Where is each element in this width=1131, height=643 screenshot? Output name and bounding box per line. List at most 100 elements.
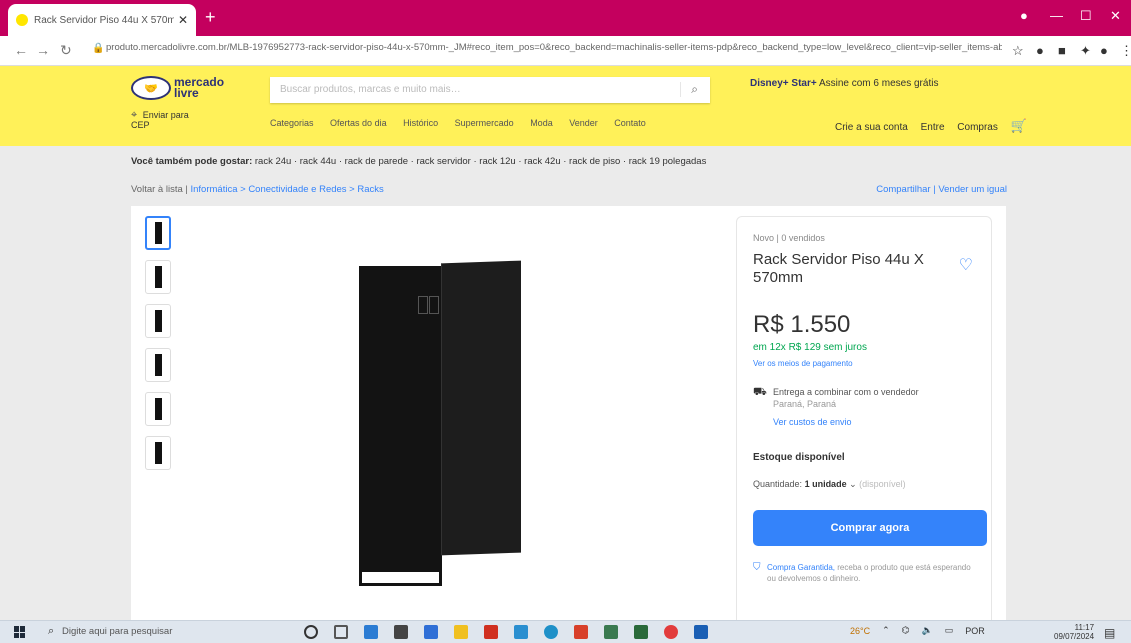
extension-icon-2[interactable]: ■ — [1058, 43, 1066, 58]
thumbnail-4[interactable] — [145, 348, 171, 382]
category-nav: Categorias Ofertas do dia Histórico Supe… — [270, 118, 660, 128]
shipping-info: ⛟ Entrega a combinar com o vendedor Para… — [753, 386, 975, 428]
nav-item-categorias[interactable]: Categorias — [270, 118, 314, 128]
mercado-livre-logo[interactable]: 🤝 mercado livre — [131, 76, 224, 100]
file-explorer-icon[interactable] — [454, 625, 468, 639]
truck-icon: ⛟ — [753, 386, 767, 398]
promo-brand: Disney+ Star+ — [750, 78, 817, 89]
maximize-button[interactable]: ☐ — [1080, 8, 1092, 24]
puzzle-icon[interactable]: ✦ — [1080, 43, 1091, 59]
search-icon: ⌕ — [48, 625, 55, 637]
outlook-app-icon[interactable] — [424, 625, 438, 639]
minimize-button[interactable]: — — [1050, 8, 1063, 23]
chrome-app-icon[interactable] — [664, 625, 678, 639]
payment-means-link[interactable]: Ver os meios de pagamento — [753, 359, 975, 368]
weather-widget[interactable]: 26°C — [850, 626, 870, 636]
back-icon[interactable]: ← — [14, 42, 28, 58]
clock-date: 09/07/2024 — [1054, 632, 1095, 641]
menu-icon[interactable]: ⋮ — [1120, 43, 1131, 59]
teams-app-icon[interactable] — [514, 625, 528, 639]
thumbnail-3[interactable] — [145, 304, 171, 338]
extension-icon[interactable]: ● — [1036, 43, 1044, 58]
forward-icon[interactable]: → — [36, 42, 50, 58]
product-main-image[interactable] — [359, 260, 521, 586]
thumbnail-2[interactable] — [145, 260, 171, 294]
product-price: R$ 1.550 — [753, 311, 851, 338]
browser-tab[interactable]: Rack Servidor Piso 44u X 570mm ✕ — [8, 4, 196, 36]
office-app-icon[interactable] — [574, 625, 588, 639]
nav-item-historico[interactable]: Histórico — [403, 118, 438, 128]
nav-item-ofertas[interactable]: Ofertas do dia — [330, 118, 387, 128]
cart-icon[interactable]: 🛒 — [1011, 118, 1027, 133]
clock-time: 11:17 — [1074, 623, 1095, 632]
related-items[interactable]: rack 24u · rack 44u · rack de parede · r… — [255, 156, 706, 167]
tab-close-icon[interactable]: ✕ — [178, 13, 188, 27]
search-icon[interactable]: ⌕ — [680, 82, 698, 97]
nav-item-moda[interactable]: Moda — [530, 118, 553, 128]
shield-icon: ⛉ — [753, 562, 761, 573]
cortana-icon[interactable] — [304, 625, 318, 639]
notification-icon[interactable]: ▤ — [1104, 626, 1115, 640]
back-to-list-link[interactable]: Voltar à lista — [131, 184, 183, 195]
breadcrumb-path[interactable]: Informática > Conectividade e Redes > Ra… — [191, 184, 384, 195]
language-indicator[interactable]: POR — [965, 626, 985, 636]
calculator-app-icon[interactable] — [364, 625, 378, 639]
thumbnail-1[interactable] — [145, 216, 171, 250]
share-links[interactable]: Compartilhar | Vender um igual — [876, 184, 1007, 195]
acrobat-app-icon[interactable] — [484, 625, 498, 639]
volume-icon[interactable]: 🔈 — [922, 625, 933, 636]
url-field[interactable]: 🔒 produto.mercadolivre.com.br/MLB-197695… — [92, 42, 1002, 60]
edge-app-icon[interactable] — [544, 625, 558, 639]
address-bar: ← → ↻ 🔒 produto.mercadolivre.com.br/MLB-… — [0, 36, 1131, 66]
quantity-selector[interactable]: Quantidade: 1 unidade ⌄ (disponível) — [753, 479, 975, 490]
buy-now-button[interactable]: Comprar agora — [753, 510, 987, 546]
thumbnail-5[interactable] — [145, 392, 171, 426]
buy-box: Novo | 0 vendidos Rack Servidor Piso 44u… — [736, 216, 992, 643]
nav-item-vender[interactable]: Vender — [569, 118, 598, 128]
os-taskbar: ⌕ Digite aqui para pesquisar 26°C ⌃ ⌬ 🔈 … — [0, 620, 1131, 643]
nav-item-supermercado[interactable]: Supermercado — [455, 118, 514, 128]
word-app-icon[interactable] — [694, 625, 708, 639]
battery-icon[interactable]: ▭ — [945, 625, 954, 636]
store-app-icon[interactable] — [394, 625, 408, 639]
breadcrumb: Voltar à lista | Informática > Conectivi… — [131, 184, 384, 195]
favorite-heart-icon[interactable]: ♡ — [959, 255, 973, 275]
taskbar-search-input[interactable]: ⌕ Digite aqui para pesquisar — [44, 623, 284, 641]
clock[interactable]: 11:17 09/07/2024 — [1054, 623, 1094, 641]
login-link[interactable]: Entre — [921, 122, 945, 133]
new-tab-button[interactable]: + — [205, 8, 216, 26]
close-window-button[interactable]: ✕ — [1110, 8, 1121, 24]
handshake-icon: 🤝 — [131, 76, 171, 100]
profile-icon[interactable]: ● — [1020, 8, 1028, 23]
create-account-link[interactable]: Crie a sua conta — [835, 122, 908, 133]
task-view-icon[interactable] — [334, 625, 348, 639]
shipping-costs-link[interactable]: Ver custos de envio — [773, 416, 975, 428]
reload-icon[interactable]: ↻ — [60, 42, 72, 59]
quantity-value: 1 unidade — [804, 479, 847, 489]
logo-text-line2: livre — [174, 86, 199, 100]
taskbar-apps — [304, 623, 724, 641]
purchases-link[interactable]: Compras — [957, 122, 998, 133]
search-input[interactable]: Buscar produtos, marcas e muito mais… ⌕ — [270, 77, 710, 103]
calendar-app-icon[interactable] — [604, 625, 618, 639]
shipping-title: Entrega a combinar com o vendedor — [773, 387, 919, 397]
bookmark-star-icon[interactable]: ☆ — [1012, 43, 1024, 59]
purchase-protection: ⛉ Compra Garantida, receba o produto que… — [753, 562, 975, 584]
product-title: Rack Servidor Piso 44u X 570mm — [753, 251, 924, 286]
excel-app-icon[interactable] — [634, 625, 648, 639]
search-placeholder: Buscar produtos, marcas e muito mais… — [280, 84, 461, 95]
windows-start-icon[interactable] — [14, 626, 26, 638]
nav-item-contato[interactable]: Contato — [614, 118, 646, 128]
protection-link[interactable]: Compra Garantida, — [767, 563, 835, 572]
chevron-up-icon[interactable]: ⌃ — [882, 625, 890, 636]
network-icon[interactable]: ⌬ — [902, 625, 910, 636]
promo-banner[interactable]: Disney+ Star+ Assine com 6 meses grátis — [750, 78, 938, 89]
server-rack-image — [359, 260, 521, 586]
cep-selector[interactable]: ⌖ Enviar para CEP — [131, 110, 189, 131]
account-icon[interactable]: ● — [1100, 43, 1108, 58]
favicon-icon — [16, 14, 28, 26]
thumbnail-6[interactable] — [145, 436, 171, 470]
user-links: Crie a sua conta Entre Compras 🛒 — [835, 118, 1037, 134]
chevron-down-icon: ⌄ — [849, 479, 857, 489]
thumbnail-gallery — [145, 216, 171, 480]
